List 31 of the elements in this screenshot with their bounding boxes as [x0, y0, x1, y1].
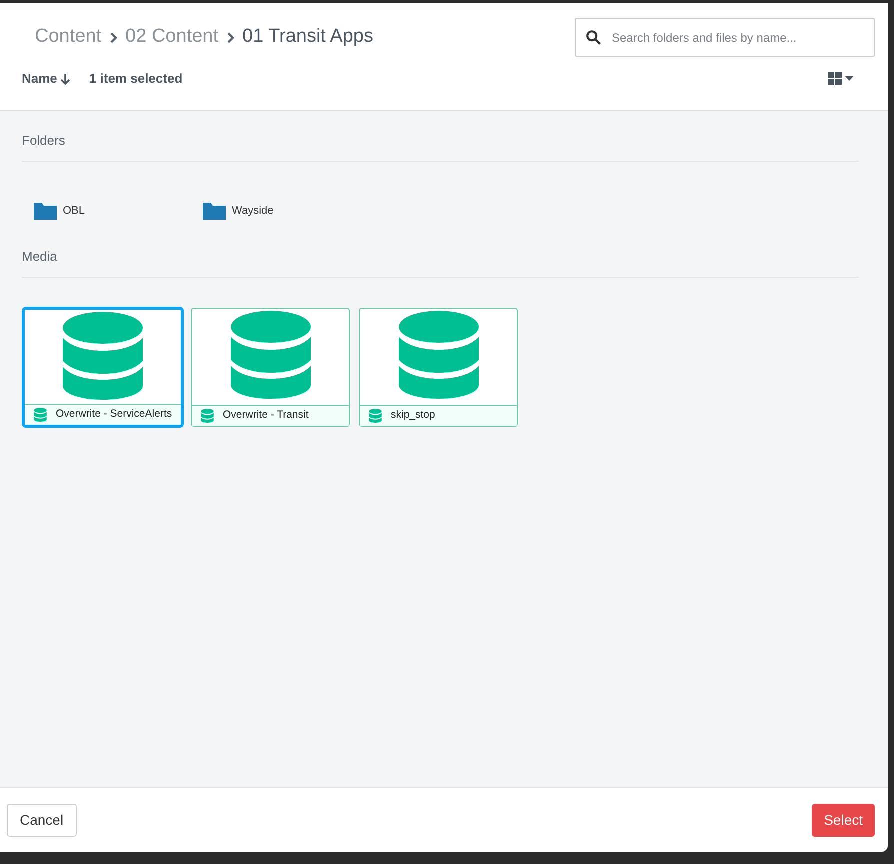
sort-button[interactable]: Name	[22, 69, 72, 88]
selection-count: 1 item selected	[89, 70, 183, 88]
select-button[interactable]: Select	[812, 804, 875, 836]
folder-icon	[202, 202, 227, 221]
view-toggle[interactable]	[828, 72, 854, 86]
arrow-down-icon	[60, 72, 72, 85]
section-heading: Media	[22, 248, 58, 266]
section-heading: Folders	[22, 132, 66, 150]
folder-icon	[33, 202, 58, 221]
file-name: Overwrite - ServiceAlerts	[56, 407, 172, 422]
folder-name[interactable]: Wayside	[232, 203, 274, 220]
file-name: Overwrite - Transit	[223, 408, 309, 424]
file-name: skip_stop	[391, 408, 436, 424]
database-icon	[34, 408, 47, 422]
database-icon	[230, 311, 310, 399]
grid-icon	[828, 72, 842, 86]
search-field[interactable]: Search folders and files by name...	[575, 18, 875, 57]
database-icon	[398, 311, 478, 399]
caret-icon	[845, 76, 854, 82]
media-card[interactable]: Overwrite - ServiceAlerts	[22, 307, 184, 428]
media-card[interactable]: Overwrite - Transit	[191, 308, 350, 427]
database-icon	[63, 312, 143, 400]
chevron-right-icon	[226, 32, 235, 44]
database-icon	[201, 409, 214, 423]
breadcrumb-current: 01 Transit Apps	[242, 25, 374, 50]
chevron-right-icon	[110, 32, 118, 44]
cancel-button[interactable]: Cancel	[7, 804, 77, 836]
database-icon	[369, 409, 382, 423]
search-icon	[586, 30, 601, 45]
media-card[interactable]: skip_stop	[359, 308, 518, 427]
folder-name[interactable]: OBL	[63, 203, 86, 220]
